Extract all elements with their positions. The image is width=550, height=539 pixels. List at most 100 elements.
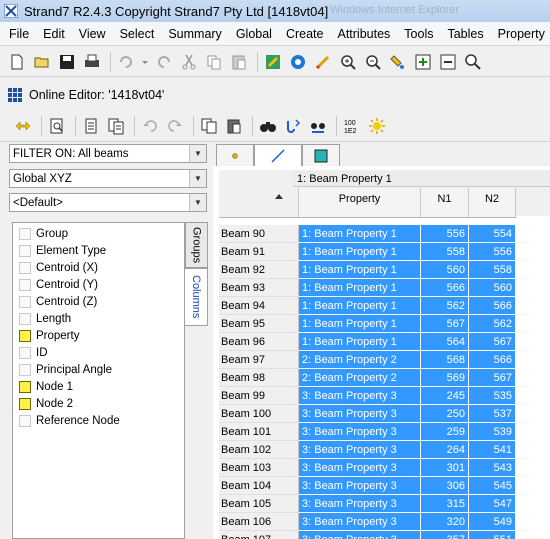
- row-header[interactable]: Beam 99: [219, 387, 299, 405]
- cell-n2[interactable]: 547: [469, 495, 516, 513]
- cell-n1[interactable]: 264: [421, 441, 469, 459]
- row-header[interactable]: Beam 103: [219, 459, 299, 477]
- cell-property[interactable]: 3: Beam Property 3: [299, 531, 421, 539]
- filter-select[interactable]: FILTER ON: All beams ▼: [9, 144, 207, 163]
- refresh-icon[interactable]: [287, 51, 309, 73]
- tab-plates[interactable]: [302, 144, 340, 166]
- row-header[interactable]: Beam 98: [219, 369, 299, 387]
- copy-docs-icon[interactable]: [105, 115, 127, 137]
- coordinate-system-select[interactable]: Global XYZ ▼: [9, 169, 207, 188]
- table-row[interactable]: Beam 95 1: Beam Property 1 567 562: [219, 315, 550, 333]
- editor-undo-icon[interactable]: [139, 115, 161, 137]
- swap-arrows-icon[interactable]: [12, 115, 34, 137]
- cell-property[interactable]: 3: Beam Property 3: [299, 405, 421, 423]
- cell-property[interactable]: 1: Beam Property 1: [299, 297, 421, 315]
- cell-property[interactable]: 2: Beam Property 2: [299, 369, 421, 387]
- find-next-icon[interactable]: [307, 115, 329, 137]
- redo-icon[interactable]: [153, 51, 175, 73]
- tab-beams[interactable]: [254, 144, 302, 166]
- chevron-down-icon[interactable]: ▼: [189, 145, 206, 162]
- menu-select[interactable]: Select: [113, 27, 162, 41]
- cell-n2[interactable]: 551: [469, 531, 516, 539]
- pencil-icon[interactable]: [312, 51, 334, 73]
- cell-n2[interactable]: 562: [469, 315, 516, 333]
- cell-n2[interactable]: 566: [469, 297, 516, 315]
- document-icon[interactable]: [80, 115, 102, 137]
- paste-icon[interactable]: [228, 51, 250, 73]
- cell-n1[interactable]: 245: [421, 387, 469, 405]
- highlight-icon[interactable]: [366, 115, 388, 137]
- cell-n1[interactable]: 250: [421, 405, 469, 423]
- cell-property[interactable]: 3: Beam Property 3: [299, 459, 421, 477]
- tab-nodes[interactable]: [216, 144, 254, 166]
- table-row[interactable]: Beam 103 3: Beam Property 3 301 543: [219, 459, 550, 477]
- open-folder-icon[interactable]: [31, 51, 53, 73]
- pencil-green-icon[interactable]: [262, 51, 284, 73]
- print-icon[interactable]: [81, 51, 103, 73]
- row-header[interactable]: Beam 104: [219, 477, 299, 495]
- table-row[interactable]: Beam 91 1: Beam Property 1 558 556: [219, 243, 550, 261]
- cell-property[interactable]: 3: Beam Property 3: [299, 513, 421, 531]
- row-header[interactable]: Beam 107: [219, 531, 299, 539]
- menu-create[interactable]: Create: [279, 27, 331, 41]
- cell-n1[interactable]: 556: [421, 225, 469, 243]
- copy-icon[interactable]: [203, 51, 225, 73]
- table-row[interactable]: Beam 96 1: Beam Property 1 564 567: [219, 333, 550, 351]
- tab-groups[interactable]: Groups: [185, 222, 208, 268]
- checkbox[interactable]: [19, 363, 31, 376]
- cell-n2[interactable]: 558: [469, 261, 516, 279]
- zoom-out-icon[interactable]: [362, 51, 384, 73]
- cell-property[interactable]: 1: Beam Property 1: [299, 261, 421, 279]
- table-row[interactable]: Beam 90 1: Beam Property 1 556 554: [219, 225, 550, 243]
- column-item-node-1[interactable]: Node 1: [13, 378, 184, 395]
- chevron-down-icon[interactable]: ▼: [189, 194, 206, 211]
- cell-property[interactable]: 1: Beam Property 1: [299, 243, 421, 261]
- menu-view[interactable]: View: [72, 27, 113, 41]
- checkbox[interactable]: [19, 346, 31, 359]
- cell-property[interactable]: 3: Beam Property 3: [299, 387, 421, 405]
- column-item-centroid-y[interactable]: Centroid (Y): [13, 276, 184, 293]
- binoculars-icon[interactable]: [257, 115, 279, 137]
- table-row[interactable]: Beam 99 3: Beam Property 3 245 535: [219, 387, 550, 405]
- column-header-n1[interactable]: N1: [421, 188, 469, 218]
- row-header[interactable]: Beam 91: [219, 243, 299, 261]
- corner-header[interactable]: [219, 188, 299, 218]
- menu-edit[interactable]: Edit: [36, 27, 72, 41]
- column-item-group[interactable]: Group: [13, 225, 184, 242]
- table-row[interactable]: Beam 104 3: Beam Property 3 306 545: [219, 477, 550, 495]
- cell-n1[interactable]: 558: [421, 243, 469, 261]
- cell-n1[interactable]: 301: [421, 459, 469, 477]
- cell-n1[interactable]: 568: [421, 351, 469, 369]
- cut-icon[interactable]: [178, 51, 200, 73]
- sort-ascending-icon[interactable]: [275, 194, 283, 199]
- chevron-down-icon[interactable]: ▼: [189, 170, 206, 187]
- checkbox[interactable]: [19, 312, 31, 325]
- column-header-n2[interactable]: N2: [469, 188, 516, 218]
- table-row[interactable]: Beam 1073: Beam Property 3357551: [219, 531, 550, 539]
- cell-n2[interactable]: 539: [469, 423, 516, 441]
- column-item-element-type[interactable]: Element Type: [13, 242, 184, 259]
- plus-icon[interactable]: [412, 51, 434, 73]
- magnifier-icon[interactable]: [462, 51, 484, 73]
- column-item-property[interactable]: Property: [13, 327, 184, 344]
- table-row[interactable]: Beam 102 3: Beam Property 3 264 541: [219, 441, 550, 459]
- row-header[interactable]: Beam 102: [219, 441, 299, 459]
- table-row[interactable]: Beam 98 2: Beam Property 2 569 567: [219, 369, 550, 387]
- cell-property[interactable]: 1: Beam Property 1: [299, 333, 421, 351]
- checkbox[interactable]: [19, 295, 31, 308]
- undo-icon[interactable]: [115, 51, 137, 73]
- checkbox-checked[interactable]: [19, 397, 31, 410]
- cell-property[interactable]: 1: Beam Property 1: [299, 279, 421, 297]
- row-header[interactable]: Beam 100: [219, 405, 299, 423]
- checkbox-checked[interactable]: [19, 380, 31, 393]
- checkbox[interactable]: [19, 414, 31, 427]
- editor-redo-icon[interactable]: [164, 115, 186, 137]
- cell-n2[interactable]: 560: [469, 279, 516, 297]
- cell-n2[interactable]: 545: [469, 477, 516, 495]
- cell-property[interactable]: 1: Beam Property 1: [299, 225, 421, 243]
- table-row[interactable]: Beam 100 3: Beam Property 3 250 537: [219, 405, 550, 423]
- new-file-icon[interactable]: [6, 51, 28, 73]
- table-row[interactable]: Beam 97 2: Beam Property 2 568 566: [219, 351, 550, 369]
- row-header[interactable]: Beam 105: [219, 495, 299, 513]
- table-row[interactable]: Beam 93 1: Beam Property 1 566 560: [219, 279, 550, 297]
